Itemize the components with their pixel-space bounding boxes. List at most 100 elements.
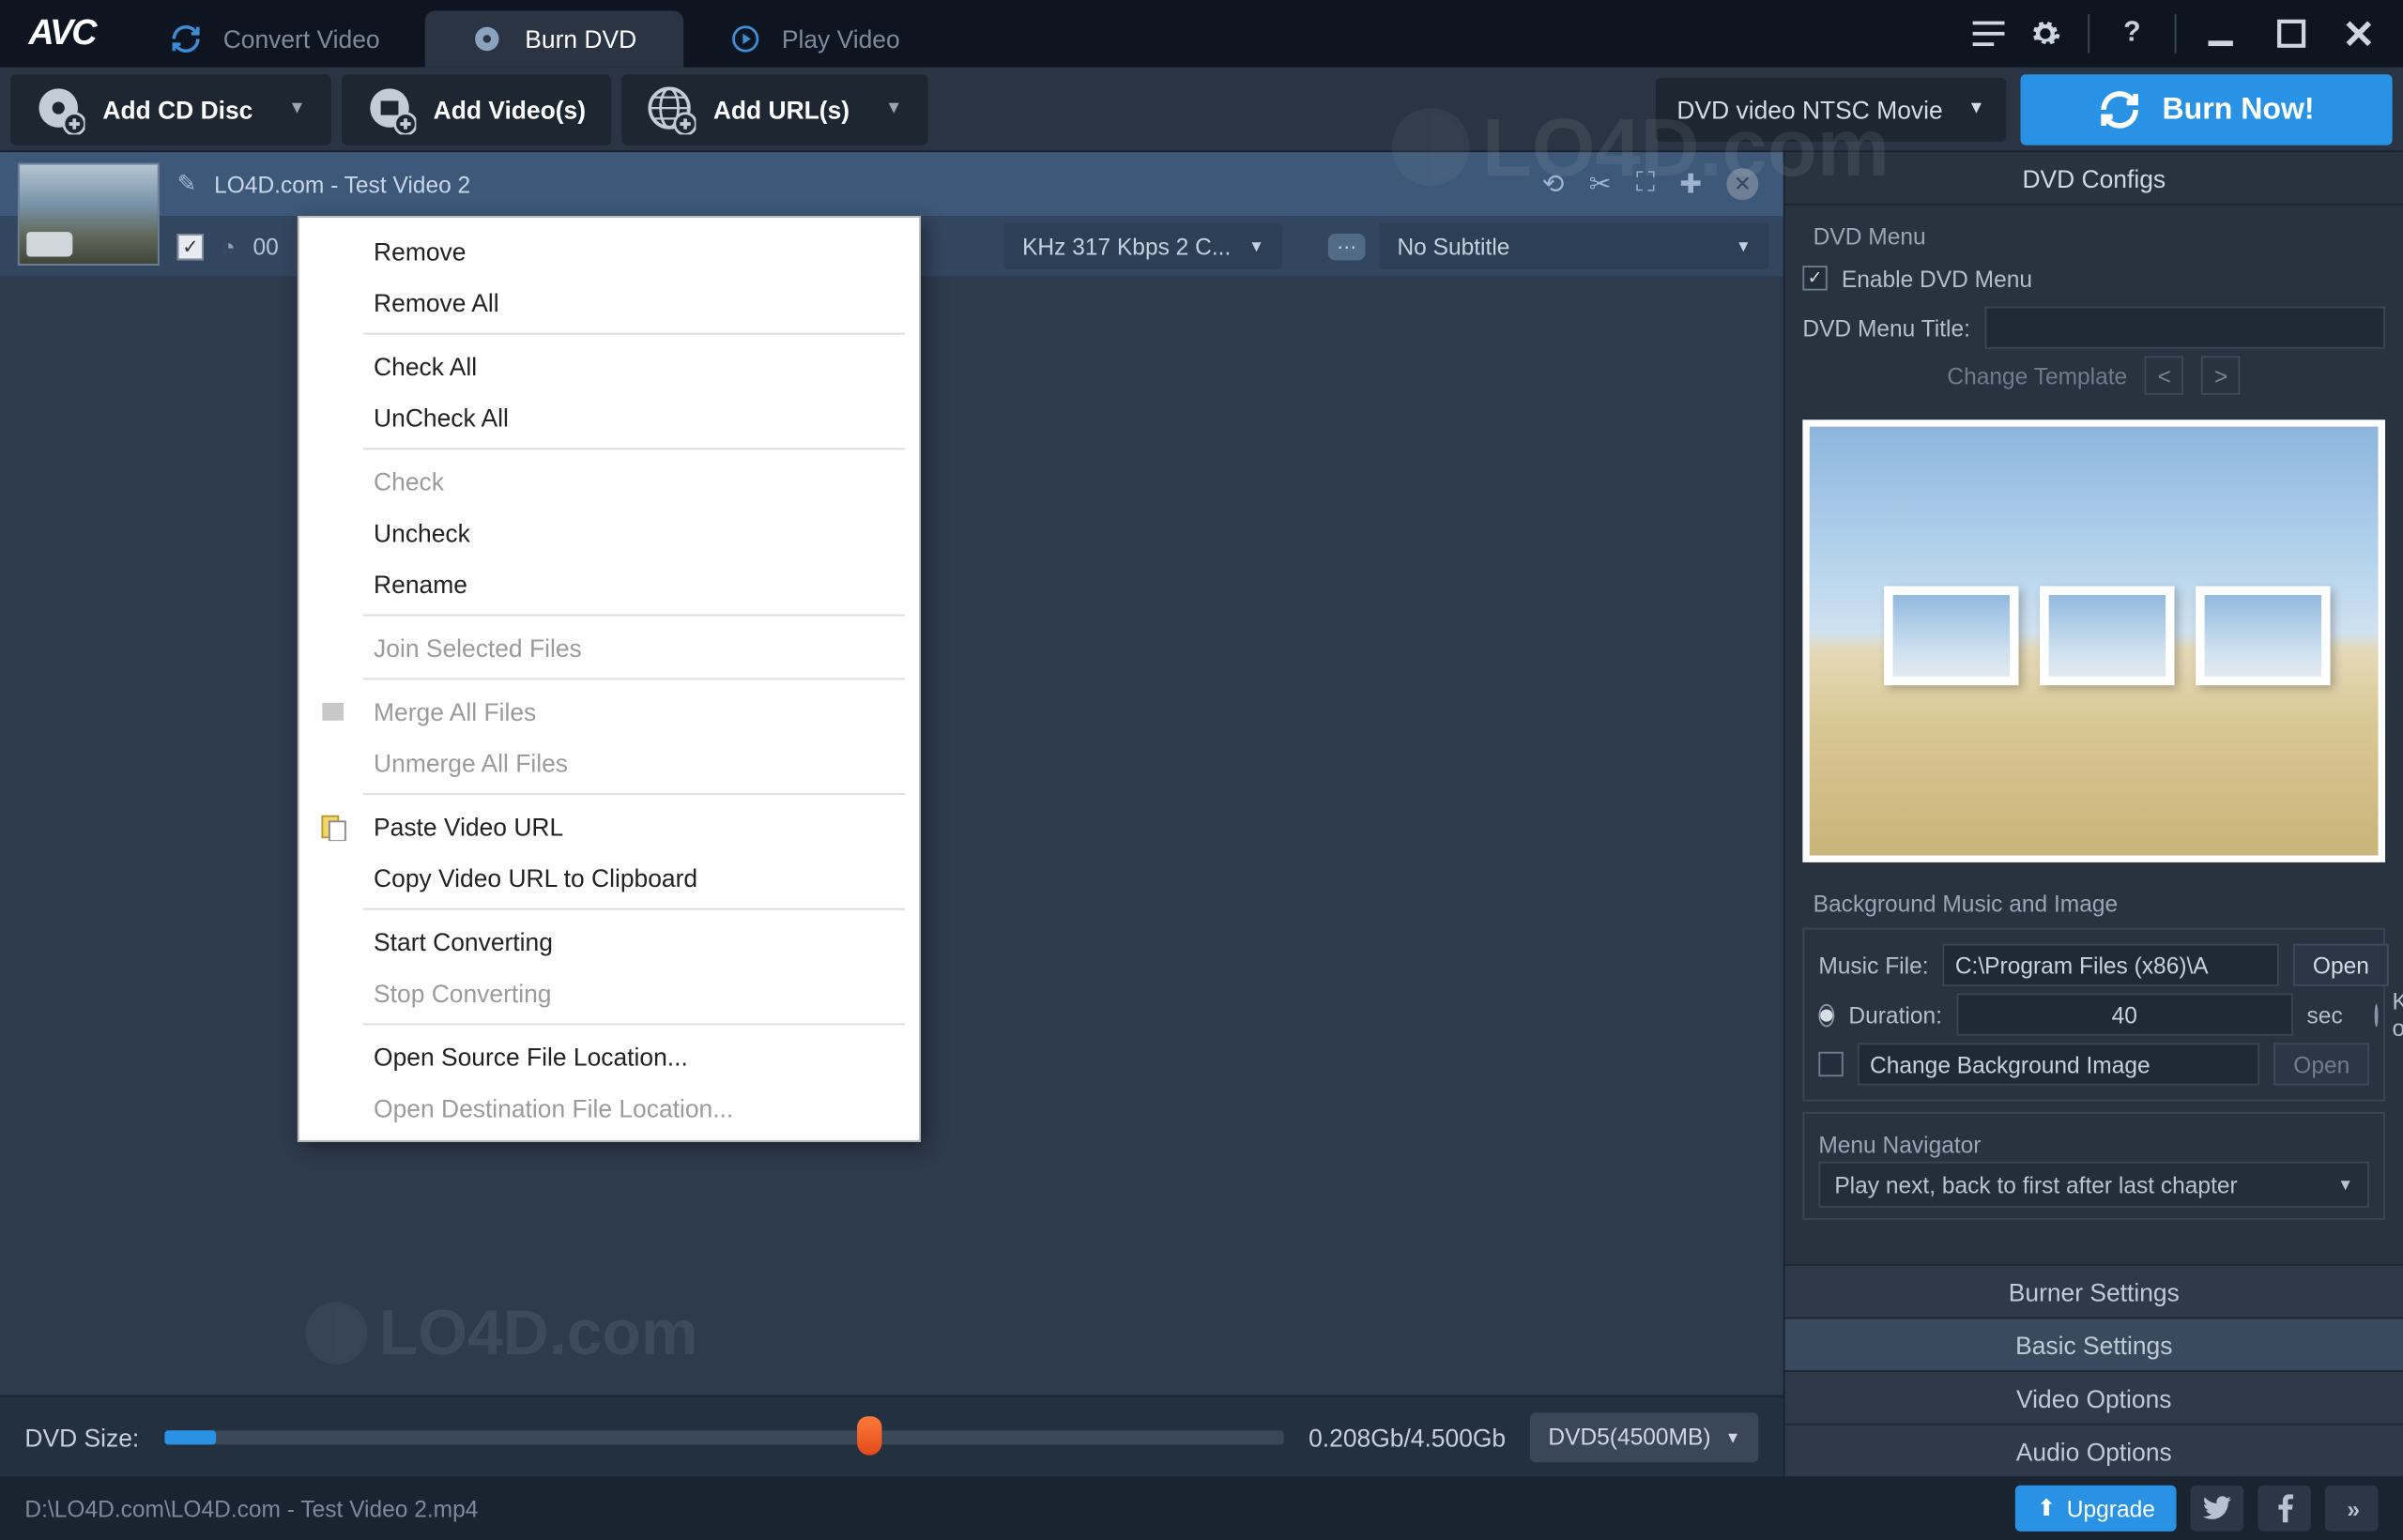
enable-dvd-menu-checkbox[interactable]: ✓ <box>1802 266 1827 290</box>
ctx-uncheck-all[interactable]: UnCheck All <box>299 391 919 443</box>
video-thumbnail[interactable] <box>18 163 160 266</box>
duration-input[interactable] <box>1956 993 2292 1035</box>
help-icon[interactable]: ? <box>2111 12 2153 54</box>
tab-convert-video[interactable]: Convert Video <box>124 10 426 67</box>
maximize-button[interactable] <box>2265 12 2319 54</box>
dvd-size-bar: DVD Size: 0.208Gb/4.500Gb DVD5(4500MB) ▼ <box>0 1395 1783 1477</box>
keep-original-radio[interactable] <box>2375 1003 2379 1027</box>
tab-play-video[interactable]: Play Video <box>682 10 945 67</box>
tab-burn-dvd[interactable]: Burn DVD <box>426 10 683 67</box>
context-menu: RemoveRemove AllCheck AllUnCheck AllChec… <box>298 216 921 1142</box>
button-label: Add CD Disc <box>102 95 253 123</box>
refresh-icon[interactable]: ⟲ <box>1542 168 1565 200</box>
statusbar: D:\LO4D.com\LO4D.com - Test Video 2.mp4 … <box>0 1476 2403 1540</box>
ctx-check-all[interactable]: Check All <box>299 340 919 391</box>
chevron-down-icon: ▼ <box>885 99 903 119</box>
unit-label: sec <box>2307 1001 2343 1028</box>
facebook-button[interactable] <box>2258 1486 2311 1532</box>
video-list-panel: ✎ LO4D.com - Test Video 2 ⟲ ✂ ⛶ ✚ ✕ ✓ ◔ … <box>0 152 1783 1476</box>
music-file-input[interactable] <box>1943 944 2279 986</box>
pencil-icon[interactable]: ✎ <box>177 170 197 198</box>
ctx-start-converting[interactable]: Start Converting <box>299 915 919 967</box>
ctx-paste-video-url[interactable]: Paste Video URL <box>299 800 919 852</box>
dropdown-value: KHz 317 Kbps 2 C... <box>1022 233 1231 259</box>
close-button[interactable] <box>2333 12 2386 54</box>
app-logo: AVC <box>0 0 124 68</box>
accordion-basic-settings[interactable]: Basic Settings <box>1785 1318 2403 1371</box>
ctx-copy-video-url-to-clipboard[interactable]: Copy Video URL to Clipboard <box>299 851 919 903</box>
preview-frame <box>2040 586 2174 685</box>
button-label: Add Video(s) <box>434 95 586 123</box>
accordion-audio-options[interactable]: Audio Options <box>1785 1424 2403 1477</box>
add-icon[interactable]: ✚ <box>1679 168 1702 200</box>
refresh-icon <box>170 23 202 55</box>
field-label: Music File: <box>1818 952 1928 978</box>
button-label: Add URL(s) <box>713 95 849 123</box>
ctx-unmerge-all-files: Unmerge All Files <box>299 737 919 788</box>
subtitle-icon: ⋯ <box>1328 233 1366 259</box>
duration-radio[interactable] <box>1818 1003 1834 1027</box>
add-urls-button[interactable]: Add URL(s) ▼ <box>621 73 927 144</box>
clock-icon: ◔ <box>222 233 236 259</box>
output-profile-dropdown[interactable]: DVD video NTSC Movie ▼ <box>1656 77 2007 141</box>
minimize-button[interactable] <box>2197 12 2251 54</box>
dvd-disc-dropdown[interactable]: DVD5(4500MB) ▼ <box>1531 1411 1759 1461</box>
chevron-down-icon: ▼ <box>1967 99 1985 119</box>
dropdown-value: DVD video NTSC Movie <box>1676 95 1942 123</box>
dvd-size-marker[interactable] <box>857 1415 881 1455</box>
chevron-down-icon: ▼ <box>1725 1427 1741 1445</box>
burn-now-button[interactable]: Burn Now! <box>2020 73 2392 144</box>
video-title: LO4D.com - Test Video 2 <box>214 171 470 197</box>
upgrade-button[interactable]: ⬆ Upgrade <box>2015 1486 2176 1532</box>
crop-icon[interactable]: ⛶ <box>1636 168 1655 200</box>
chevron-down-icon: ▼ <box>1248 237 1264 255</box>
menu-icon[interactable] <box>1967 12 2010 54</box>
accordion-video-options[interactable]: Video Options <box>1785 1370 2403 1424</box>
dvd-menu-title-input[interactable] <box>1984 306 2385 348</box>
add-cd-disc-button[interactable]: Add CD Disc ▼ <box>10 73 330 144</box>
more-button[interactable]: » <box>2325 1486 2379 1532</box>
tab-label: Play Video <box>782 24 900 53</box>
chevron-down-icon: ▼ <box>288 99 306 119</box>
video-item-header[interactable]: ✎ LO4D.com - Test Video 2 ⟲ ✂ ⛶ ✚ ✕ <box>0 152 1783 216</box>
change-template-label: Change Template <box>1948 362 2128 389</box>
gear-icon[interactable] <box>2024 12 2066 54</box>
add-videos-button[interactable]: Add Video(s) <box>342 73 611 144</box>
ctx-join-selected-files: Join Selected Files <box>299 621 919 673</box>
menu-navigator-dropdown[interactable]: Play next, back to first after last chap… <box>1818 1162 2369 1208</box>
preview-frame <box>1884 586 2018 685</box>
ctx-rename[interactable]: Rename <box>299 557 919 609</box>
dvd-size-fill <box>164 1429 216 1443</box>
refresh-icon <box>2099 87 2141 130</box>
radio-label: Keep original <box>2393 988 2403 1042</box>
titlebar: AVC Convert Video Burn DVD Play Video ? <box>0 0 2403 68</box>
bg-image-input[interactable] <box>1858 1043 2260 1085</box>
subtitle-dropdown[interactable]: No Subtitle ▼ <box>1380 223 1769 269</box>
ctx-uncheck[interactable]: Uncheck <box>299 507 919 558</box>
toolbar: Add CD Disc ▼ Add Video(s) Add URL(s) ▼ … <box>0 68 2403 153</box>
tab-label: Burn DVD <box>525 24 636 53</box>
accordion-burner-settings[interactable]: Burner Settings <box>1785 1264 2403 1318</box>
checkbox-label: Enable DVD Menu <box>1842 265 2032 291</box>
chevron-down-icon: ▼ <box>1736 237 1752 255</box>
chevron-down-icon: ▼ <box>2337 1176 2353 1194</box>
dvd-menu-preview[interactable] <box>1802 419 2385 862</box>
change-bg-checkbox[interactable] <box>1818 1052 1843 1076</box>
section-label: Menu Navigator <box>1818 1124 2369 1162</box>
template-prev-button[interactable]: < <box>2145 356 2184 395</box>
dvd-size-track[interactable] <box>164 1429 1284 1443</box>
remove-icon[interactable]: ✕ <box>1726 168 1758 200</box>
button-label: Upgrade <box>2067 1495 2155 1521</box>
radio-label: Duration: <box>1849 1001 1943 1028</box>
ctx-open-source-file-location-[interactable]: Open Source File Location... <box>299 1030 919 1082</box>
cut-icon[interactable]: ✂ <box>1589 168 1612 200</box>
paste-icon <box>317 810 349 842</box>
video-checkbox[interactable]: ✓ <box>177 233 204 259</box>
open-music-button[interactable]: Open <box>2293 944 2389 986</box>
twitter-button[interactable] <box>2191 1486 2244 1532</box>
template-next-button[interactable]: > <box>2202 356 2242 395</box>
button-label: Burn Now! <box>2162 91 2314 127</box>
ctx-remove-all[interactable]: Remove All <box>299 276 919 328</box>
format-dropdown[interactable]: KHz 317 Kbps 2 C... ▼ <box>1004 223 1282 269</box>
ctx-remove[interactable]: Remove <box>299 225 919 277</box>
